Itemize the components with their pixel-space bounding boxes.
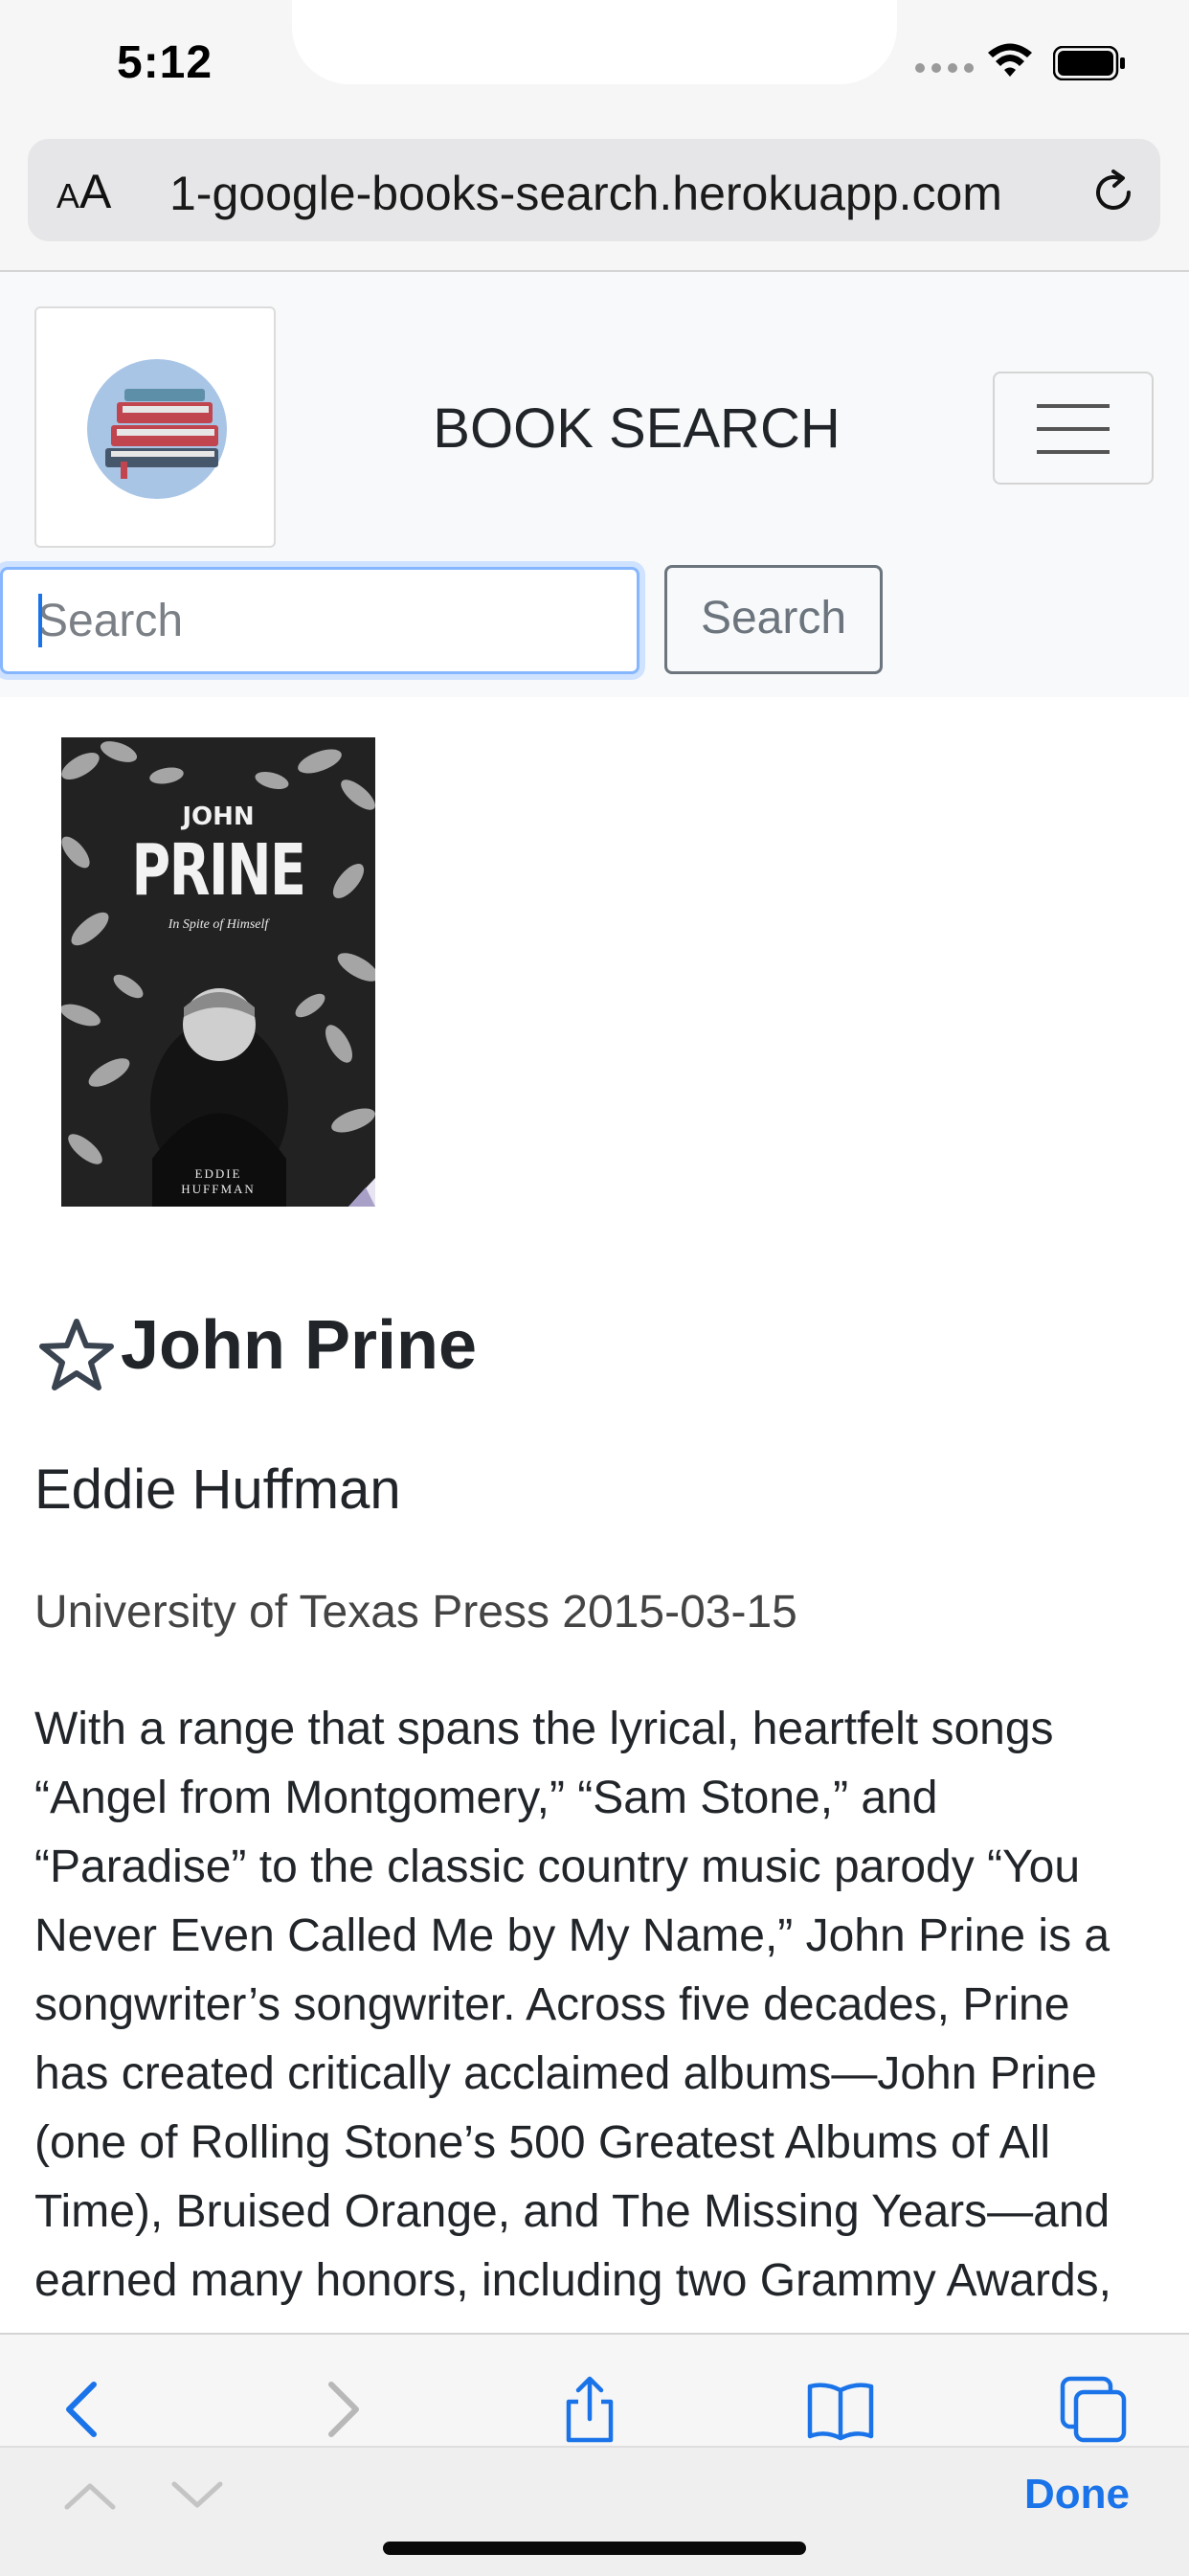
book-title: John Prine <box>121 1307 478 1384</box>
forward-icon[interactable] <box>306 2375 375 2444</box>
form-navigation-bar: Done <box>0 2448 1189 2576</box>
cover-main-name: PRINE <box>131 829 306 912</box>
cover-author-line1: EDDIE <box>194 1166 242 1181</box>
wifi-icon <box>988 43 1032 77</box>
cover-subtitle: In Spite of Himself <box>168 917 269 932</box>
search-input[interactable] <box>0 567 639 674</box>
status-time: 5:12 <box>117 37 213 88</box>
tabs-icon[interactable] <box>1059 2375 1128 2444</box>
text-cursor <box>38 594 42 647</box>
url-text[interactable]: 1-google-books-search.herokuapp.com <box>169 166 1002 221</box>
address-bar[interactable]: AA 1-google-books-search.herokuapp.com <box>28 139 1160 241</box>
home-indicator <box>383 2542 806 2555</box>
logo-link[interactable] <box>34 306 276 548</box>
battery-icon <box>1053 46 1125 80</box>
cover-author-line2: HUFFMAN <box>181 1182 256 1196</box>
back-icon[interactable] <box>50 2375 119 2444</box>
browser-address-area: AA 1-google-books-search.herokuapp.com <box>0 134 1189 272</box>
bookmarks-icon[interactable] <box>806 2375 875 2444</box>
books-logo-icon <box>87 359 227 499</box>
book-description: With a range that spans the lyrical, hea… <box>34 1704 1111 2306</box>
search-button[interactable]: Search <box>664 565 883 674</box>
notch <box>292 0 897 84</box>
book-author: Eddie Huffman <box>34 1458 401 1521</box>
navbar-toggler-button[interactable] <box>993 372 1154 485</box>
hamburger-menu-icon <box>1037 404 1110 454</box>
done-button[interactable]: Done <box>1024 2471 1130 2519</box>
book-cover-image: JOHN PRINE In Spite of Himself EDDIE HUF… <box>61 737 375 1207</box>
cover-top-name: JOHN <box>182 802 255 831</box>
share-icon[interactable] <box>555 2375 624 2444</box>
reader-text-size-button[interactable]: AA <box>56 164 111 219</box>
reload-icon[interactable] <box>1087 166 1140 219</box>
chevron-down-icon[interactable] <box>168 2476 226 2515</box>
status-bar: 5:12 <box>0 0 1189 134</box>
navbar: BOOK SEARCH Search <box>0 272 1189 697</box>
book-publisher-date: University of Texas Press 2015-03-15 <box>34 1587 797 1638</box>
browser-toolbar: Done <box>0 2333 1189 2576</box>
favorite-star-icon[interactable] <box>38 1318 115 1392</box>
brand-title[interactable]: BOOK SEARCH <box>287 396 986 461</box>
chevron-up-icon[interactable] <box>61 2476 119 2515</box>
cellular-signal-icon <box>915 63 974 73</box>
